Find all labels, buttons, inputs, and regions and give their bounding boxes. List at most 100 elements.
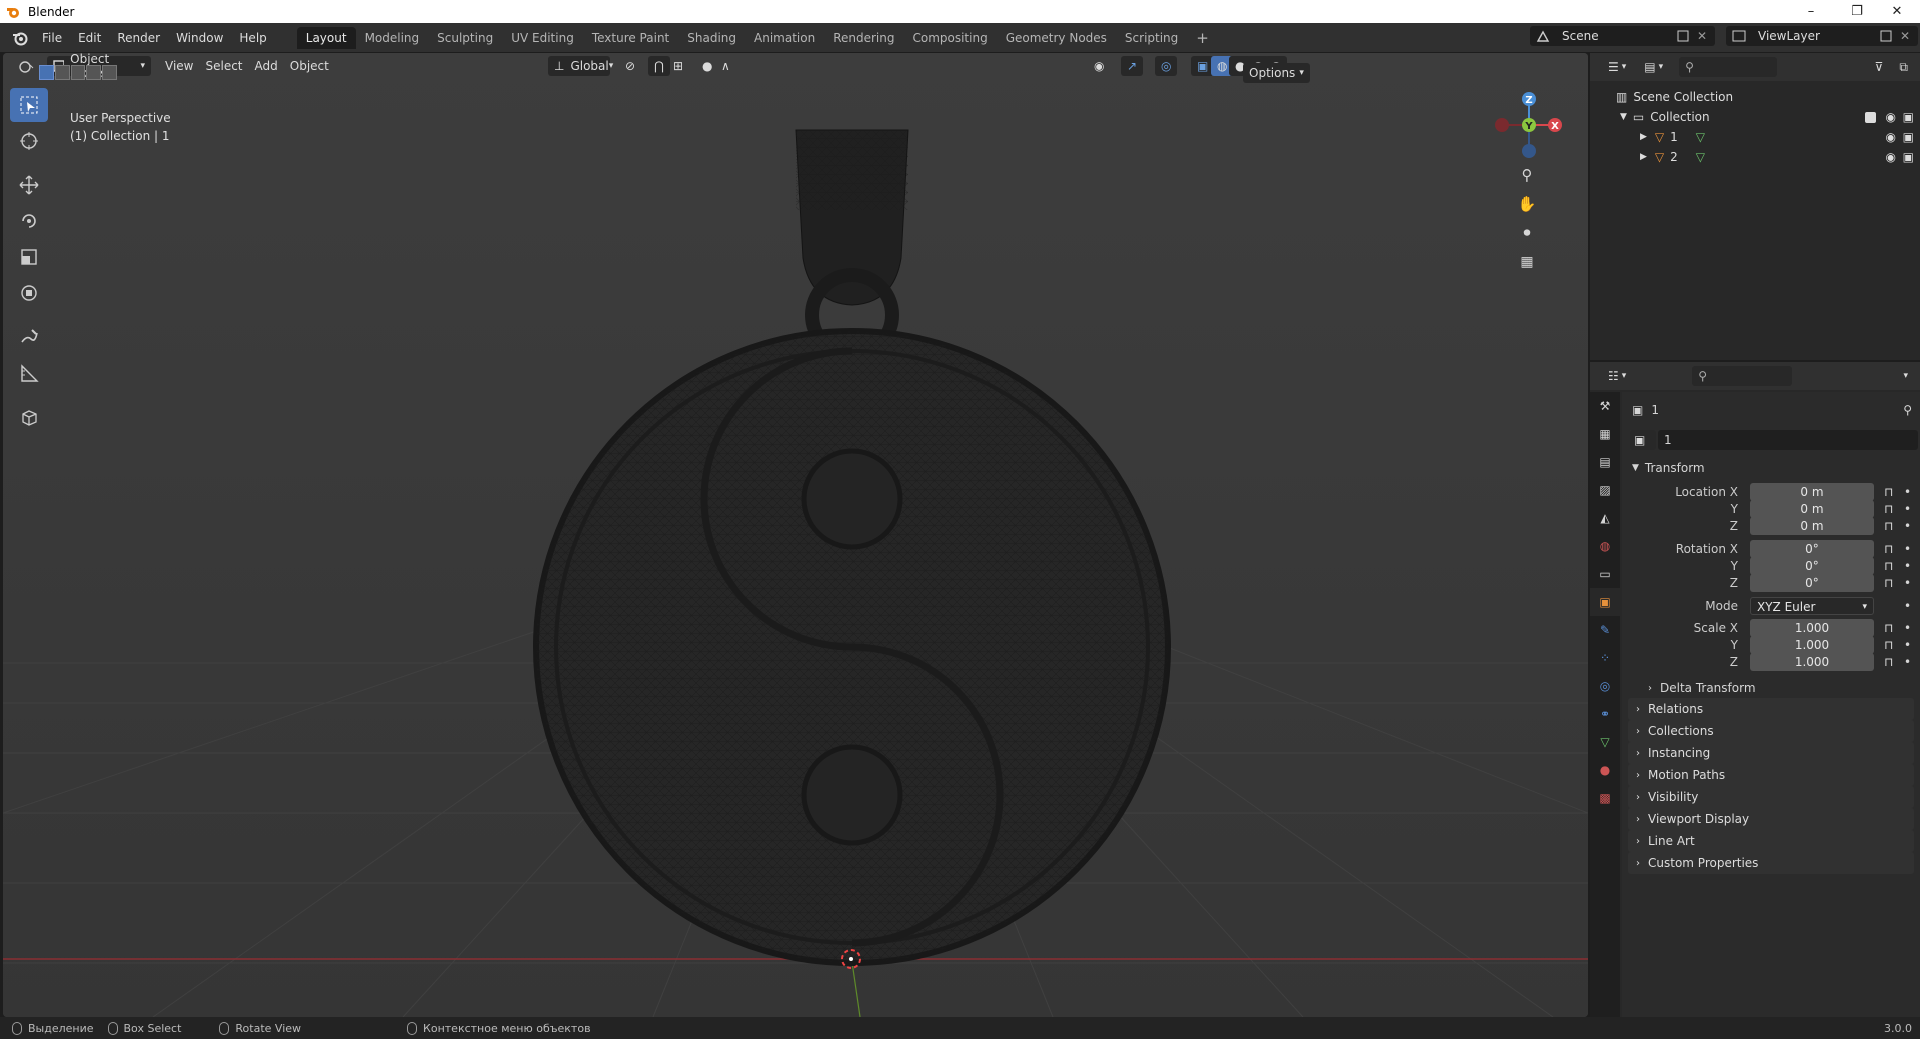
3d-viewport[interactable]: Object Mode ▾ View Select Add Object ⊥ G…	[3, 53, 1588, 1017]
outliner-object-row[interactable]: ▶ ▽ 2 ▽ ◉ ▣	[1590, 147, 1920, 167]
lock-icon[interactable]: ⊓	[1884, 621, 1893, 635]
tab-constraints[interactable]: ⚭	[1590, 700, 1620, 728]
menu-render[interactable]: Render	[109, 27, 168, 49]
camera-view-button[interactable]: ⏺	[1514, 220, 1540, 246]
tab-rendering[interactable]: Rendering	[824, 27, 903, 49]
delta-transform-subpanel[interactable]: › Delta Transform	[1622, 678, 1920, 698]
outliner-object-row[interactable]: ▶ ▽ 1 ▽ ◉ ▣	[1590, 127, 1920, 147]
outliner-filter-button[interactable]: ⊽	[1869, 57, 1890, 77]
gizmo-toggle[interactable]: ↗	[1121, 56, 1144, 76]
pivot-point-button[interactable]: ⊘	[619, 56, 641, 76]
tab-animation[interactable]: Animation	[745, 27, 824, 49]
keyframe-dot-icon[interactable]: •	[1904, 621, 1911, 635]
eye-icon[interactable]: ◉	[1886, 110, 1896, 124]
tab-modifiers[interactable]: ✎	[1590, 616, 1620, 644]
new-scene-icon[interactable]	[1677, 30, 1689, 42]
tool-move[interactable]	[10, 168, 48, 202]
tool-scale[interactable]	[10, 240, 48, 274]
panel-relations[interactable]: › Relations	[1628, 698, 1914, 720]
keyframe-dot-icon[interactable]: •	[1904, 485, 1911, 499]
add-workspace-button[interactable]: +	[1187, 27, 1218, 49]
minimize-button[interactable]: –	[1788, 0, 1834, 23]
lock-icon[interactable]: ⊓	[1884, 502, 1893, 516]
exclude-checkbox[interactable]	[1865, 111, 1876, 123]
transform-panel-header[interactable]: ▼ Transform	[1622, 458, 1920, 478]
rotation-z-field[interactable]: 0°	[1750, 574, 1874, 592]
select-invert-icon[interactable]	[86, 65, 102, 80]
menu-edit[interactable]: Edit	[70, 27, 109, 49]
overlays-toggle[interactable]: ◎	[1155, 56, 1178, 76]
delete-view-layer-icon[interactable]: ✕	[1900, 29, 1910, 43]
keyframe-dot-icon[interactable]: •	[1904, 638, 1911, 652]
tab-world[interactable]: ◍	[1590, 532, 1620, 560]
tab-scene[interactable]: ◭	[1590, 504, 1620, 532]
keyframe-dot-icon[interactable]: •	[1904, 576, 1911, 590]
panel-collections[interactable]: › Collections	[1628, 720, 1914, 742]
outliner-search-input[interactable]: ⚲	[1679, 57, 1778, 77]
expand-arrow-icon[interactable]: ▶	[1640, 132, 1647, 142]
falloff-button[interactable]: ∧	[715, 56, 736, 76]
pin-icon[interactable]: ⚲	[1903, 403, 1912, 417]
pan-button[interactable]: ✋	[1514, 191, 1540, 217]
menu-window[interactable]: Window	[168, 27, 231, 49]
tab-sculpting[interactable]: Sculpting	[428, 27, 502, 49]
scene-selector[interactable]: Scene ✕	[1530, 26, 1715, 46]
tab-layout[interactable]: Layout	[296, 26, 356, 49]
lock-icon[interactable]: ⊓	[1884, 576, 1893, 590]
close-button[interactable]: ✕	[1874, 0, 1920, 23]
tab-texture[interactable]: ▩	[1590, 784, 1620, 812]
delete-scene-icon[interactable]: ✕	[1697, 29, 1707, 43]
lock-icon[interactable]: ⊓	[1884, 519, 1893, 533]
select-intersect-icon[interactable]	[102, 65, 117, 80]
new-collection-button[interactable]: ⧉	[1893, 57, 1914, 77]
tool-measure[interactable]	[10, 356, 48, 390]
zoom-button[interactable]: ⚲	[1514, 162, 1540, 188]
keyframe-dot-icon[interactable]: •	[1904, 519, 1911, 533]
viewport-menu-object[interactable]: Object	[284, 56, 335, 76]
scale-z-field[interactable]: 1.000	[1750, 653, 1874, 671]
properties-editor-type-button[interactable]: ☷ ▾	[1602, 366, 1632, 386]
eye-icon[interactable]: ◉	[1886, 150, 1896, 164]
expand-arrow-icon[interactable]: ▶	[1640, 152, 1647, 162]
panel-line-art[interactable]: › Line Art	[1628, 830, 1914, 852]
lock-icon[interactable]: ⊓	[1884, 638, 1893, 652]
tool-select-box[interactable]	[10, 88, 48, 122]
tab-view-layer[interactable]: ▨	[1590, 476, 1620, 504]
object-browse-button[interactable]: ▣	[1630, 430, 1656, 450]
object-name-field[interactable]: 1	[1658, 430, 1918, 450]
select-extend-icon[interactable]	[54, 65, 70, 80]
panel-viewport-display[interactable]: › Viewport Display	[1628, 808, 1914, 830]
tab-scripting[interactable]: Scripting	[1116, 27, 1187, 49]
display-mode-button[interactable]: ▤ ▾	[1638, 57, 1669, 77]
camera-icon[interactable]: ▣	[1903, 150, 1914, 164]
tab-render[interactable]: ▦	[1590, 420, 1620, 448]
lock-icon[interactable]: ⊓	[1884, 559, 1893, 573]
tab-tool[interactable]: ⚒	[1590, 392, 1620, 420]
tab-uv-editing[interactable]: UV Editing	[502, 27, 583, 49]
keyframe-dot-icon[interactable]: •	[1904, 599, 1911, 613]
tab-data[interactable]: ▽	[1590, 728, 1620, 756]
tab-particles[interactable]: ⁘	[1590, 644, 1620, 672]
tool-rotate[interactable]	[10, 204, 48, 238]
rotation-mode-select[interactable]: XYZ Euler ▾	[1750, 597, 1874, 615]
navigation-gizmo[interactable]: Z X Y	[1493, 89, 1563, 161]
tool-add-cube[interactable]	[10, 400, 48, 434]
tab-physics[interactable]: ◎	[1590, 672, 1620, 700]
tool-annotate[interactable]	[10, 320, 48, 354]
tab-compositing[interactable]: Compositing	[903, 27, 996, 49]
location-z-field[interactable]: 0 m	[1750, 517, 1874, 535]
tab-material[interactable]: ●	[1590, 756, 1620, 784]
new-view-layer-icon[interactable]	[1880, 30, 1892, 42]
viewport-menu-add[interactable]: Add	[249, 56, 284, 76]
tool-transform[interactable]	[10, 276, 48, 310]
panel-instancing[interactable]: › Instancing	[1628, 742, 1914, 764]
lock-icon[interactable]: ⊓	[1884, 655, 1893, 669]
viewport-menu-view[interactable]: View	[159, 56, 199, 76]
camera-icon[interactable]: ▣	[1903, 110, 1914, 124]
blender-menu-icon[interactable]	[12, 30, 28, 46]
outliner-collection-row[interactable]: ▼ ▭ Collection ◉ ▣	[1590, 107, 1920, 127]
keyframe-dot-icon[interactable]: •	[1904, 655, 1911, 669]
tab-object[interactable]: ▣	[1590, 588, 1620, 616]
tab-texture-paint[interactable]: Texture Paint	[583, 27, 678, 49]
select-subtract-icon[interactable]	[70, 65, 86, 80]
